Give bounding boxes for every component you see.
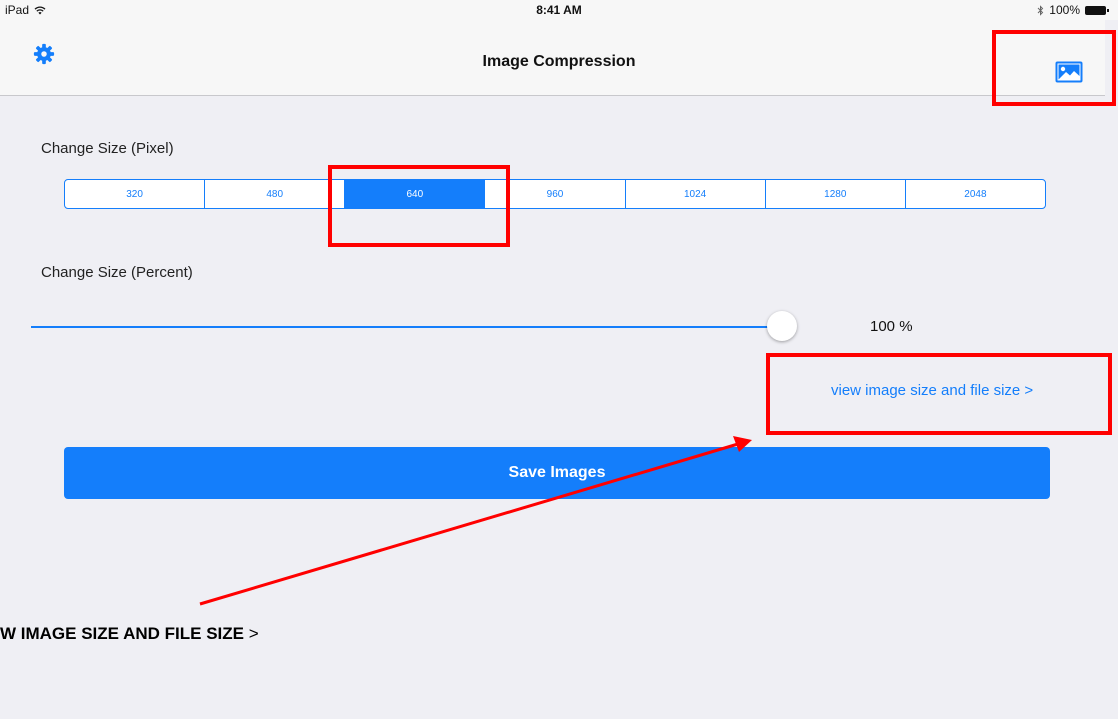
- highlight-640-segment: [328, 165, 510, 247]
- bluetooth-icon: [1037, 4, 1044, 16]
- battery-percent: 100%: [1049, 3, 1080, 17]
- annotation-text: W IMAGE SIZE AND FILE SIZE: [0, 624, 244, 643]
- annotation-caption: W IMAGE SIZE AND FILE SIZE >: [0, 624, 259, 644]
- percent-size-label: Change Size (Percent): [41, 264, 193, 281]
- save-images-button[interactable]: Save Images: [64, 447, 1050, 499]
- percent-value: 100 %: [870, 318, 913, 335]
- pixel-size-label: Change Size (Pixel): [41, 140, 174, 157]
- segment-480[interactable]: 480: [205, 180, 346, 208]
- status-right: 100%: [1037, 3, 1109, 17]
- annotation-chevron: >: [248, 624, 259, 643]
- segment-2048[interactable]: 2048: [906, 180, 1045, 208]
- highlight-photo-button: [992, 30, 1116, 106]
- percent-slider-track[interactable]: [31, 326, 783, 328]
- page-title: Image Compression: [482, 53, 636, 70]
- gear-icon[interactable]: [33, 43, 55, 65]
- navigation-bar-content: Image Compression: [0, 20, 1105, 95]
- percent-slider-thumb[interactable]: [767, 311, 797, 341]
- status-bar: iPad 8:41 AM 100%: [0, 0, 1118, 20]
- pixel-size-segmented-control: 320 480 640 960 1024 1280 2048: [64, 179, 1046, 209]
- segment-320[interactable]: 320: [65, 180, 206, 208]
- segment-1024[interactable]: 1024: [626, 180, 766, 208]
- highlight-view-link: [766, 353, 1112, 435]
- segment-1280[interactable]: 1280: [766, 180, 906, 208]
- status-time: 8:41 AM: [536, 3, 582, 17]
- battery-icon: [1085, 5, 1109, 15]
